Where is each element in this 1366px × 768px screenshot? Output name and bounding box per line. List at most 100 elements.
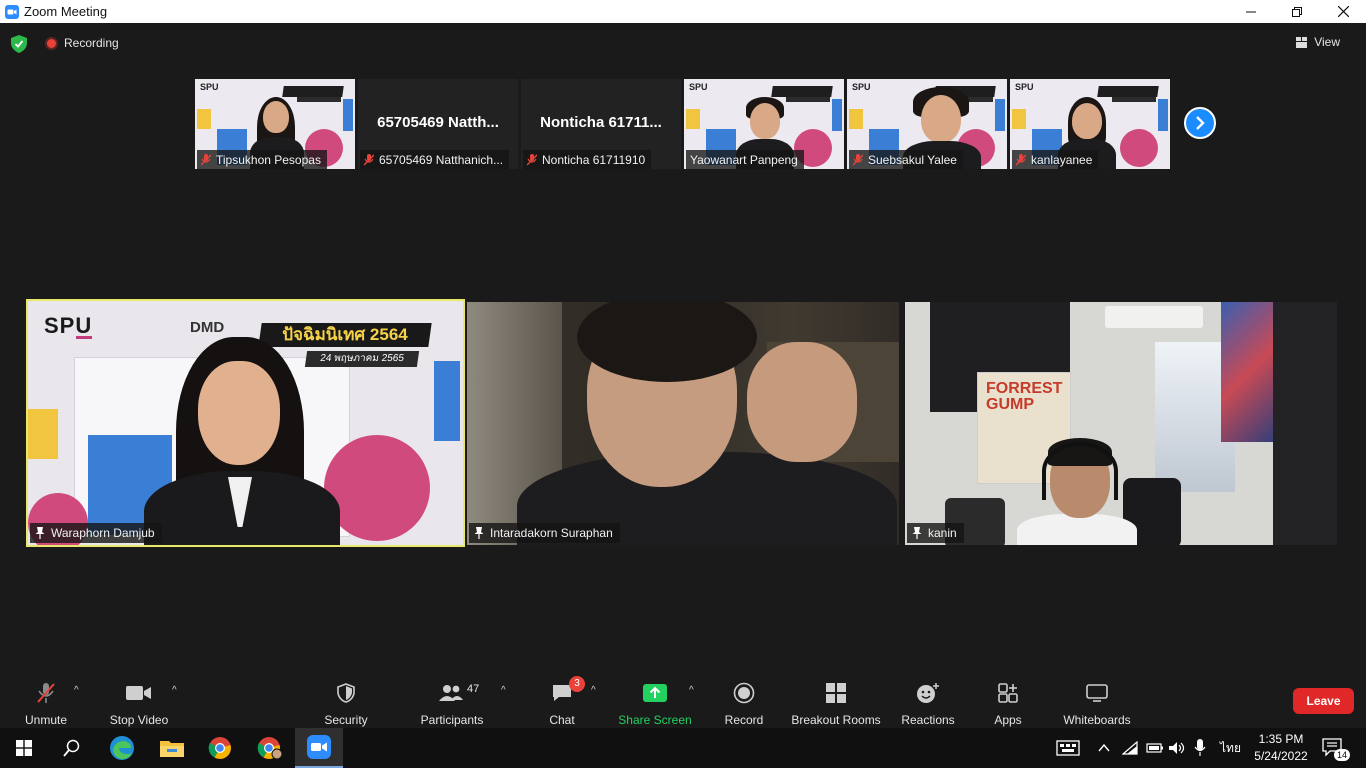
participant-name: Yaowanart Panpeng	[690, 152, 798, 167]
input-language[interactable]: ไทย	[1220, 728, 1241, 768]
encryption-shield-icon[interactable]	[11, 35, 27, 53]
taskbar-zoom[interactable]	[295, 728, 343, 768]
meeting-toolbar: Unmute ^ Stop Video ^ Security 47 Partic…	[0, 675, 1366, 728]
leave-meeting-button[interactable]: Leave	[1293, 688, 1354, 714]
microphone-tray[interactable]	[1194, 728, 1206, 768]
chat-label: Chat	[549, 713, 575, 727]
clock-date: 5/24/2022	[1254, 749, 1308, 763]
whiteboards-button[interactable]: Whiteboards	[1060, 675, 1134, 728]
title-bar: Zoom Meeting	[0, 0, 1366, 23]
wall-poster-text: FORREST GUMP	[986, 380, 1063, 413]
reactions-label: Reactions	[901, 713, 955, 727]
minimize-button[interactable]	[1228, 0, 1274, 23]
participant-name: kanlayanee	[1031, 152, 1093, 167]
meeting-top-bar: Recording View	[0, 23, 1366, 63]
share-screen-button[interactable]: Share Screen	[616, 675, 694, 728]
chevron-right-icon	[1196, 116, 1205, 130]
record-label: Record	[724, 713, 764, 727]
minimize-icon	[1246, 11, 1256, 12]
windows-taskbar: ไทย 1:35 PM 5/24/2022 14	[0, 728, 1366, 768]
participants-icon	[439, 685, 463, 701]
microphone-icon	[1194, 739, 1206, 756]
unmute-label: Unmute	[24, 713, 68, 727]
network-status[interactable]	[1122, 728, 1138, 768]
participant-display-name: 65705469 Natth...	[377, 114, 499, 131]
participant-thumbnail[interactable]: SPU kanlayanee	[1010, 79, 1170, 169]
battery-status[interactable]	[1146, 728, 1164, 768]
share-options-caret-icon[interactable]: ^	[689, 685, 694, 696]
muted-mic-icon	[1016, 153, 1026, 166]
taskbar-edge[interactable]	[98, 728, 146, 768]
participant-thumbnail[interactable]: SPU Suebsakul Yalee	[847, 79, 1007, 169]
security-label: Security	[324, 713, 368, 727]
audio-options-caret-icon[interactable]: ^	[74, 685, 79, 696]
windows-logo-icon	[16, 740, 32, 756]
participant-name-tag: Yaowanart Panpeng	[686, 150, 804, 169]
stop-video-button[interactable]: Stop Video	[106, 675, 172, 728]
volume-control[interactable]	[1168, 728, 1186, 768]
window-title: Zoom Meeting	[24, 4, 108, 19]
participant-video-tile[interactable]: Intaradakorn Suraphan	[467, 302, 899, 545]
participant-name-tag: 65705469 Natthanich...	[360, 150, 510, 169]
apps-button[interactable]: Apps	[990, 675, 1026, 728]
restore-button[interactable]	[1274, 0, 1320, 23]
close-button[interactable]	[1320, 0, 1366, 23]
share-screen-icon	[643, 684, 667, 702]
participants-button[interactable]: 47 Participants	[418, 675, 486, 728]
breakout-rooms-icon	[826, 683, 846, 703]
muted-mic-icon	[527, 153, 537, 166]
participants-label: Participants	[420, 713, 484, 727]
participant-thumbnail[interactable]: 65705469 Natth... 65705469 Natthanich...	[358, 79, 518, 169]
view-button[interactable]: View	[1296, 35, 1340, 49]
participant-name-tag: Nonticha 61711910	[523, 150, 652, 169]
participant-name-tag: Intaradakorn Suraphan	[469, 523, 620, 543]
participant-thumbnail[interactable]: SPU Tipsukhon Pesopas	[195, 79, 355, 169]
chat-options-caret-icon[interactable]: ^	[591, 685, 596, 696]
action-center-keyboard[interactable]	[1056, 728, 1080, 768]
stop-video-label: Stop Video	[109, 713, 169, 727]
participant-name-tag: Tipsukhon Pesopas	[197, 150, 327, 169]
participant-name-tag: kanlayanee	[1012, 150, 1099, 169]
apps-label: Apps	[994, 713, 1022, 727]
poster-date: 24 พฤษภาคม 2565	[304, 351, 420, 367]
reactions-smiley-icon	[917, 683, 939, 703]
muted-mic-icon	[853, 153, 863, 166]
participant-name-tag: kanin	[907, 523, 964, 543]
participant-name-tag: Waraphorn Damjub	[30, 523, 162, 543]
taskbar-chrome-profile[interactable]	[246, 728, 294, 768]
recording-dot-icon	[45, 36, 58, 50]
breakout-rooms-button[interactable]: Breakout Rooms	[790, 675, 882, 728]
unmute-button[interactable]: Unmute	[18, 675, 74, 728]
shield-icon	[337, 683, 355, 703]
record-icon	[733, 682, 755, 704]
video-feed: FORREST GUMP	[905, 302, 1337, 545]
taskbar-file-explorer[interactable]	[148, 728, 196, 768]
recording-label: Recording	[64, 36, 119, 50]
notifications-button[interactable]: 14	[1322, 737, 1351, 762]
participants-count: 47	[467, 683, 480, 695]
poster-banner: ปัจฉิมนิเทศ 2564	[258, 323, 432, 347]
show-hidden-icons-button[interactable]	[1098, 728, 1110, 768]
participant-thumbnail[interactable]: Nonticha 61711... Nonticha 61711910	[521, 79, 681, 169]
participant-thumbnail[interactable]: SPU Yaowanart Panpeng	[684, 79, 844, 169]
next-page-button[interactable]	[1184, 107, 1216, 139]
search-button[interactable]	[48, 728, 96, 768]
participant-name-tag: Suebsakul Yalee	[849, 150, 963, 169]
poster-title: ปัจฉิมนิเทศ 2564	[282, 325, 408, 344]
participant-name: kanin	[928, 526, 957, 540]
participant-name: Tipsukhon Pesopas	[216, 152, 321, 167]
clock-time: 1:35 PM	[1258, 732, 1304, 746]
security-button[interactable]: Security	[320, 675, 372, 728]
taskbar-clock[interactable]: 1:35 PM 5/24/2022	[1250, 731, 1312, 765]
record-button[interactable]: Record	[722, 675, 766, 728]
video-options-caret-icon[interactable]: ^	[172, 685, 177, 696]
recording-indicator[interactable]: Recording	[45, 36, 119, 50]
chat-button[interactable]: 3 Chat	[544, 675, 585, 728]
participant-video-tile[interactable]: FORREST GUMP kanin	[905, 302, 1337, 545]
active-speaker-tile[interactable]: SPU DMD ปัจฉิมนิเทศ 2564 24 พฤษภาคม 2565…	[26, 299, 465, 547]
participants-options-caret-icon[interactable]: ^	[501, 685, 506, 696]
taskbar-chrome[interactable]	[196, 728, 244, 768]
pin-icon	[35, 527, 45, 539]
start-button[interactable]	[0, 728, 48, 768]
reactions-button[interactable]: Reactions	[900, 675, 956, 728]
